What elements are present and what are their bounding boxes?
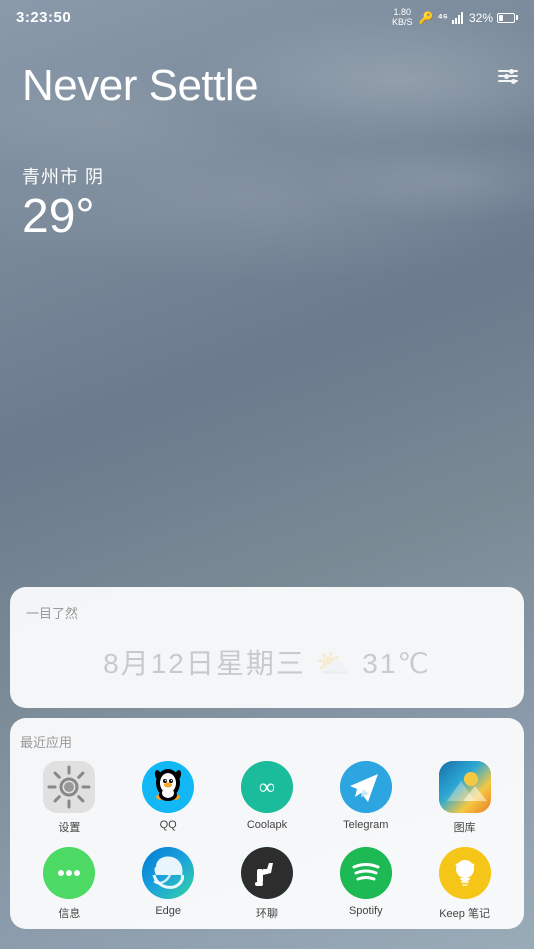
filter-icon[interactable] — [498, 70, 518, 82]
battery-percent: 32% — [469, 11, 493, 25]
edge-label: Edge — [155, 905, 181, 917]
signal-icon: ⁴⁶ — [437, 12, 448, 24]
overview-text: 8月12日星期三 ⛅ 31℃ — [103, 642, 431, 682]
spotify-icon — [340, 847, 392, 899]
message-label: 信息 — [58, 905, 80, 921]
apps-grid: 设置 — [20, 761, 514, 921]
tagline: Never Settle — [22, 60, 512, 113]
spotify-label: Spotify — [349, 905, 383, 917]
app-coolapk[interactable]: ∞ Coolapk — [218, 761, 317, 835]
app-settings[interactable]: 设置 — [20, 761, 119, 835]
gallery-icon — [439, 761, 491, 813]
coolapk-icon: ∞ — [241, 761, 293, 813]
qq-icon — [142, 761, 194, 813]
gallery-label: 图库 — [454, 819, 476, 835]
telegram-label: Telegram — [343, 819, 388, 831]
keep-icon — [439, 847, 491, 899]
app-gallery[interactable]: 图库 — [415, 761, 514, 835]
huanjiao-icon — [241, 847, 293, 899]
app-telegram[interactable]: Telegram — [316, 761, 415, 835]
app-keep[interactable]: Keep 笔记 — [415, 847, 514, 921]
key-icon: 🔑 — [419, 11, 434, 25]
recent-apps-widget: 最近应用 设置 — [10, 718, 524, 929]
overview-content: 8月12日星期三 ⛅ 31℃ — [26, 632, 508, 692]
app-spotify[interactable]: Spotify — [316, 847, 415, 921]
settings-label: 设置 — [58, 819, 80, 835]
edge-icon — [142, 847, 194, 899]
status-bar: 3:23:50 1.80 KB/S 🔑 ⁴⁶ 32% — [0, 0, 534, 32]
weather-section: 青州市 阴 29° — [22, 163, 512, 241]
network-speed: 1.80 KB/S — [392, 8, 413, 28]
app-edge[interactable]: Edge — [119, 847, 218, 921]
settings-icon — [43, 761, 95, 813]
app-huanjiao[interactable]: 环聊 — [218, 847, 317, 921]
app-message[interactable]: 信息 — [20, 847, 119, 921]
weather-location: 青州市 阴 — [22, 163, 512, 189]
qq-label: QQ — [160, 819, 177, 831]
signal-bars — [452, 12, 463, 24]
main-content: Never Settle 青州市 阴 29° — [0, 60, 534, 241]
telegram-icon — [340, 761, 392, 813]
keep-label: Keep 笔记 — [439, 905, 490, 921]
svg-text:∞: ∞ — [259, 774, 275, 799]
app-qq[interactable]: QQ — [119, 761, 218, 835]
overview-widget-title: 一目了然 — [26, 603, 508, 622]
weather-temperature: 29° — [22, 193, 512, 241]
recent-apps-title: 最近应用 — [20, 732, 514, 751]
overview-widget: 一目了然 8月12日星期三 ⛅ 31℃ — [10, 587, 524, 708]
status-time: 3:23:50 — [16, 9, 71, 26]
battery-icon — [497, 13, 518, 23]
widgets-area: 一目了然 8月12日星期三 ⛅ 31℃ 最近应用 设置 — [0, 587, 534, 949]
coolapk-label: Coolapk — [247, 819, 287, 831]
message-icon — [43, 847, 95, 899]
status-icons: 1.80 KB/S 🔑 ⁴⁶ 32% — [392, 8, 518, 28]
huanjiao-label: 环聊 — [256, 905, 278, 921]
